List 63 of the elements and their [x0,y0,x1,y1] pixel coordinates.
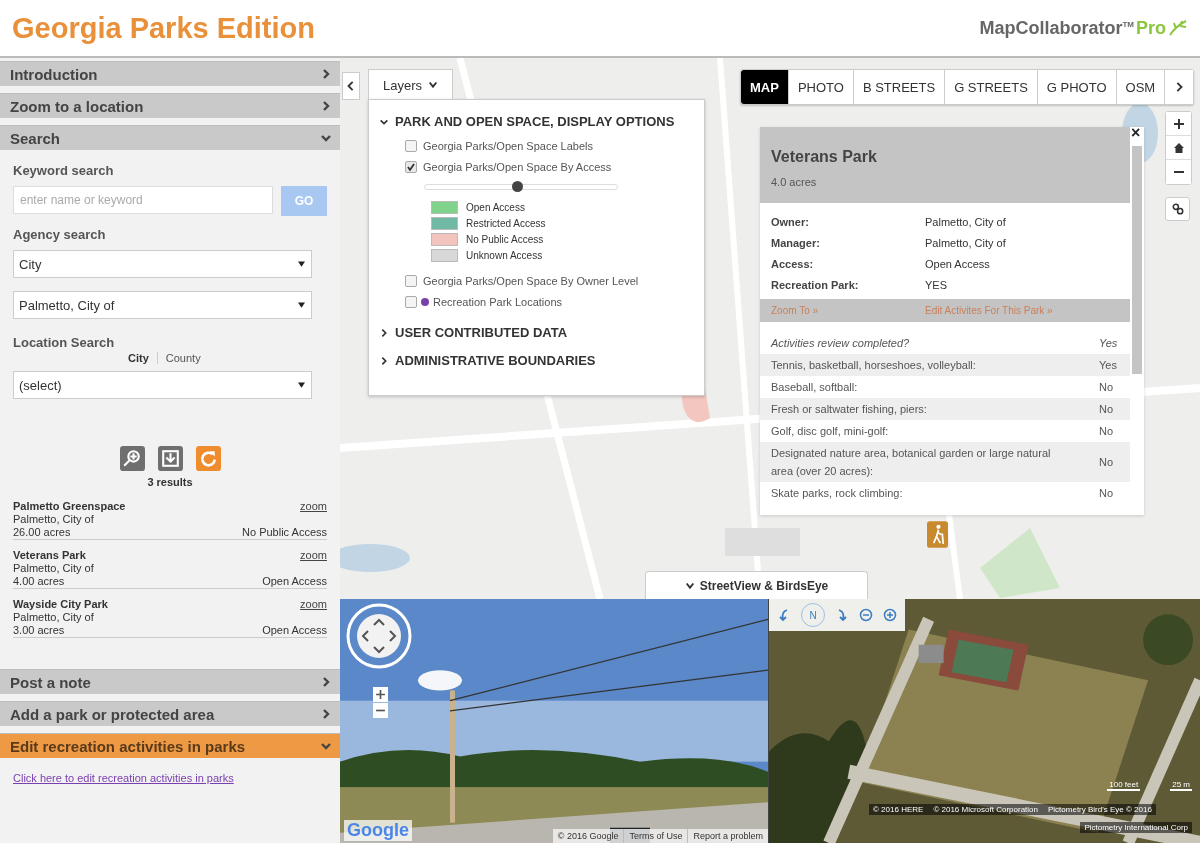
location-toggle-option[interactable]: County [165,352,201,364]
zoom-in-icon[interactable] [883,608,897,622]
results-count: 3 results [146,476,194,488]
zoom-in-button[interactable] [373,687,388,702]
accordion-header[interactable]: Add a park or protected area [0,701,340,726]
caret-icon [298,261,305,267]
logo-text: MapCollaborator$^{TM}$ [979,17,1134,39]
result-acres: 26.00 acres [13,526,71,539]
chevron-right-icon [320,708,332,720]
chevron-right-icon [320,68,332,80]
chevron-down-icon [320,132,332,144]
chevron-right-icon [320,676,332,688]
attribution-text: Pictometry Bird's Eye © 2016 [1048,805,1152,814]
zoom-out-button[interactable] [373,703,388,718]
keyword-field[interactable]: enter name or keyword [13,186,274,214]
result-acres: 4.00 acres [13,575,65,588]
accordion-header[interactable]: Introduction [0,61,340,86]
attribution-link[interactable]: Terms of Use [623,829,688,843]
zoom-out-icon[interactable] [859,608,873,622]
zoom-in-icon[interactable] [119,446,145,471]
attribution-link[interactable]: Report a problem [687,829,768,843]
result-agency: Palmetto, City of [13,513,94,526]
accordion-header[interactable]: Post a note [0,669,340,694]
result-name: Veterans Park [13,549,86,562]
attribution-text: Pictometry International Corp [1080,822,1192,833]
result-access: Open Access [262,575,327,588]
field-label: Keyword search [13,163,115,178]
edit-activities-link[interactable]: Click here to edit recreation activities in parks [13,772,234,784]
result-name: Wayside City Park [13,598,108,611]
agency-type-dropdown[interactable]: City [13,250,312,278]
result-acres: 3.00 acres [13,624,65,637]
attribution-text: © 2016 HERE [873,805,924,814]
attribution-text: © 2016 Google [556,830,620,843]
zoom-link[interactable]: zoom [300,598,327,611]
result-name: Palmetto Greenspace [13,500,126,513]
accordion-header[interactable]: Edit recreation activities in parks [0,733,340,758]
accordion-header[interactable]: Search [0,125,340,150]
field-label: Agency search [13,227,107,242]
download-icon[interactable] [157,446,183,471]
chevron-down-icon [320,740,332,752]
location-dropdown[interactable]: (select) [13,371,312,399]
logo-pro: Pro [1136,17,1166,39]
scale-label: 25 m [1170,780,1192,791]
zoom-link[interactable]: zoom [300,549,327,562]
result-access: No Public Access [242,526,327,539]
chevron-right-icon [320,100,332,112]
result-agency: Palmetto, City of [13,611,94,624]
app-title: Georgia Parks Edition [12,11,315,45]
leaf-icon [1168,19,1188,37]
result-agency: Palmetto, City of [13,562,94,575]
agency-name-dropdown[interactable]: Palmetto, City of [13,291,312,319]
pan-control-icon[interactable] [346,603,412,669]
plus-icon [375,689,386,700]
scale-label: 100 feet [1107,780,1141,791]
attribution-text: © 2016 Microsoft Corporation [933,805,1038,814]
caret-icon [298,302,305,308]
accordion-header[interactable]: Zoom to a location [0,93,340,118]
caret-icon [298,382,305,388]
zoom-link[interactable]: zoom [300,500,327,513]
location-toggle-option[interactable]: City [128,352,149,364]
field-label: Location Search [13,335,116,350]
google-logo: Google [344,820,412,841]
result-access: Open Access [262,624,327,637]
